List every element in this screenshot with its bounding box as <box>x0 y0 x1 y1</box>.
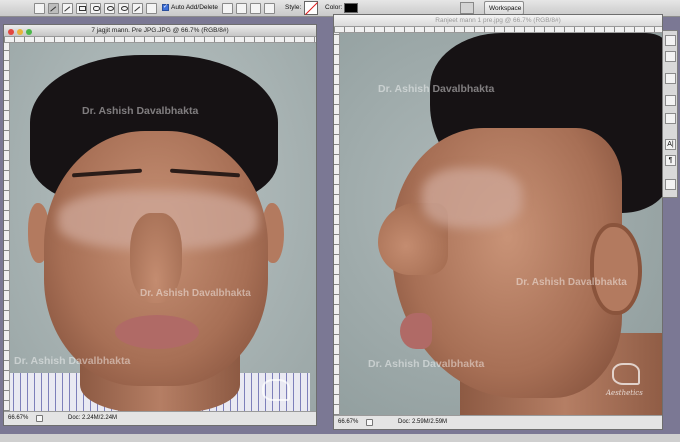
line-tool-button[interactable] <box>132 3 143 15</box>
tool-presets-button[interactable] <box>665 73 676 84</box>
rounded-rectangle-icon <box>93 6 100 11</box>
document-window-profile[interactable]: Ranjeet mann 1 pre.jpg @ 66.7% (RGB/8#) … <box>333 14 663 430</box>
status-menu-icon[interactable] <box>36 415 43 422</box>
rectangle-tool-button[interactable] <box>76 3 87 14</box>
path-add-button[interactable] <box>222 3 233 14</box>
freeform-pen-button[interactable] <box>62 3 73 15</box>
document-window-front[interactable]: 7 jagjit mann. Pre JPG.JPG @ 66.7% (RGB/… <box>3 24 317 426</box>
shape-layers-button[interactable] <box>34 3 45 14</box>
minimize-icon[interactable] <box>17 29 23 35</box>
watermark-middle: Dr. Ashish Davalbhakta <box>140 288 251 299</box>
bottom-strip <box>0 434 680 442</box>
history-palette-button[interactable] <box>665 35 676 46</box>
lips <box>400 313 432 349</box>
character-palette-button[interactable]: A| <box>665 139 676 150</box>
lips <box>115 315 199 349</box>
clone-source-button[interactable] <box>665 113 676 124</box>
paragraph-palette-button[interactable]: ¶ <box>665 155 676 166</box>
status-menu-icon[interactable] <box>366 419 373 426</box>
line-icon <box>134 6 143 15</box>
style-picker[interactable] <box>304 1 318 15</box>
document-size: Doc: 2.59M/2.59M <box>398 419 448 425</box>
ear <box>590 223 642 315</box>
clinic-logo-text: Aesthetics <box>606 389 643 397</box>
freeform-pen-icon <box>64 6 73 15</box>
path-subtract-button[interactable] <box>236 3 247 14</box>
clinic-logo-icon <box>262 379 290 401</box>
document-title: Ranjeet mann 1 pre.jpg @ 66.7% (RGB/8#) <box>435 17 561 24</box>
image-canvas-profile[interactable]: Dr. Ashish Davalbhakta Dr. Ashish Davalb… <box>340 33 662 415</box>
workspace-button[interactable]: Workspace ▾ <box>484 1 524 20</box>
style-label: Style: <box>285 4 302 11</box>
actions-palette-button[interactable] <box>665 51 676 62</box>
rectangle-icon <box>79 6 86 11</box>
auto-add-delete-checkbox[interactable]: ✓ <box>162 4 169 11</box>
polygon-tool-button[interactable] <box>118 3 129 14</box>
document-status-bar: 66.67% Doc: 2.24M/2.24M <box>4 411 316 425</box>
auto-add-delete-label: Auto Add/Delete <box>171 4 218 11</box>
collapsed-palette-dock: A| ¶ <box>662 30 678 198</box>
path-exclude-button[interactable] <box>264 3 275 14</box>
watermark-top: Dr. Ashish Davalbhakta <box>378 83 495 95</box>
palette-well-icon[interactable] <box>460 2 474 14</box>
ellipse-icon <box>107 6 114 11</box>
image-canvas-frontal[interactable]: Dr. Ashish Davalbhakta Dr. Ashish Davalb… <box>10 43 316 411</box>
pen-tool-button[interactable] <box>48 3 59 15</box>
rounded-rectangle-tool-button[interactable] <box>90 3 101 14</box>
document-size: Doc: 2.24M/2.24M <box>68 415 118 421</box>
close-icon[interactable] <box>8 29 14 35</box>
document-status-bar: 66.67% Doc: 2.59M/2.59M <box>334 415 662 429</box>
path-intersect-button[interactable] <box>250 3 261 14</box>
blurred-eyes-patch <box>422 168 522 228</box>
custom-shape-button[interactable] <box>146 3 157 14</box>
document-title-bar[interactable]: 7 jagjit mann. Pre JPG.JPG @ 66.7% (RGB/… <box>4 25 316 37</box>
zoom-level[interactable]: 66.67% <box>8 412 28 425</box>
watermark-bottom: Dr. Ashish Davalbhakta <box>368 358 485 370</box>
color-label: Color: <box>325 4 343 11</box>
zoom-icon[interactable] <box>26 29 32 35</box>
watermark-top: Dr. Ashish Davalbhakta <box>82 105 199 117</box>
document-title-bar[interactable]: Ranjeet mann 1 pre.jpg @ 66.7% (RGB/8#) <box>334 15 662 27</box>
watermark-bottom: Dr. Ashish Davalbhakta <box>14 355 131 367</box>
watermark-middle: Dr. Ashish Davalbhakta <box>516 277 627 288</box>
color-swatch[interactable] <box>344 3 358 13</box>
text-tool-icon: A| <box>667 141 674 148</box>
polygon-icon <box>121 6 128 11</box>
layer-comps-button[interactable] <box>665 179 676 190</box>
pen-icon <box>50 6 59 15</box>
paragraph-icon: ¶ <box>668 157 673 164</box>
clinic-logo-icon <box>612 363 640 385</box>
brushes-palette-button[interactable] <box>665 95 676 106</box>
zoom-level[interactable]: 66.67% <box>338 416 358 429</box>
ellipse-tool-button[interactable] <box>104 3 115 14</box>
workspace-label: Workspace <box>489 5 522 12</box>
document-title: 7 jagjit mann. Pre JPG.JPG @ 66.7% (RGB/… <box>91 27 229 34</box>
